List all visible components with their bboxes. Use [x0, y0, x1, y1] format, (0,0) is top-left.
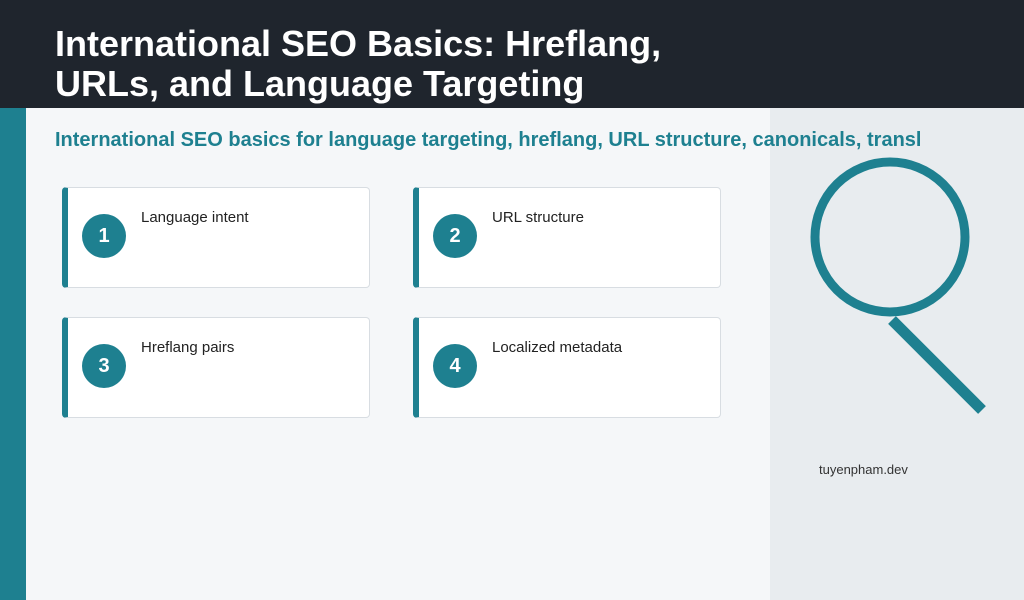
card-label: URL structure — [492, 209, 584, 226]
slide-subtitle: International SEO basics for language ta… — [55, 129, 922, 151]
card-number-badge: 3 — [82, 344, 126, 388]
card-language-intent: 1 Language intent — [62, 187, 370, 288]
card-number-badge: 2 — [433, 214, 477, 258]
slide-title: International SEO Basics: Hreflang, URLs… — [55, 23, 662, 104]
footer-site-name: tuyenpham.dev — [819, 462, 908, 477]
card-url-structure: 2 URL structure — [413, 187, 721, 288]
card-number-badge: 1 — [82, 214, 126, 258]
card-label: Hreflang pairs — [141, 339, 235, 356]
card-label: Language intent — [141, 209, 249, 226]
magnifier-icon — [810, 157, 986, 414]
left-accent-stripe — [0, 108, 26, 600]
card-number-badge: 4 — [433, 344, 477, 388]
card-label: Localized metadata — [492, 339, 623, 356]
slide: International SEO Basics: Hreflang, URLs… — [0, 0, 1024, 600]
card-localized-metadata: 4 Localized metadata — [413, 317, 721, 418]
card-hreflang-pairs: 3 Hreflang pairs — [62, 317, 370, 418]
title-bar: International SEO Basics: Hreflang, URLs… — [0, 0, 1024, 108]
